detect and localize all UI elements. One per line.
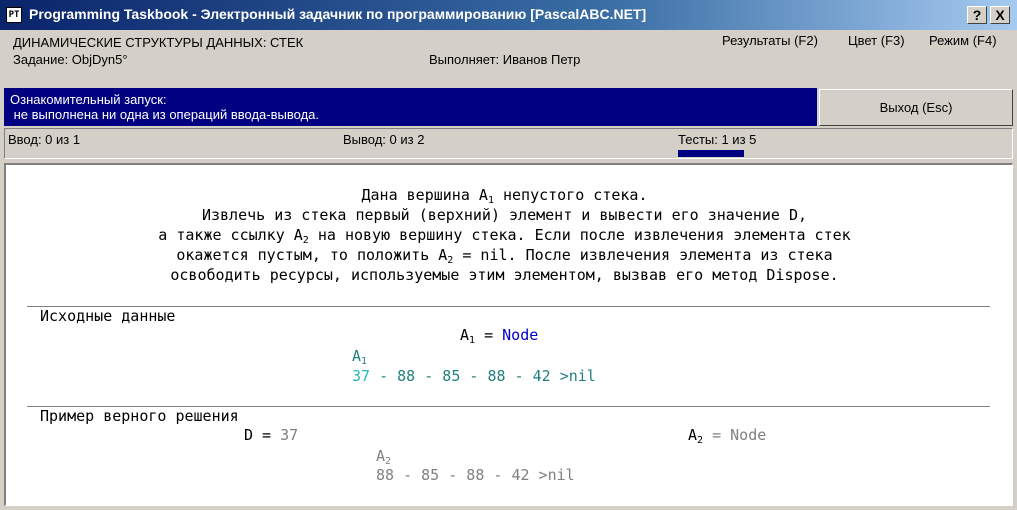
performer: Выполняет: Иванов Петр xyxy=(429,52,581,67)
example-a2-line: A2 = Node xyxy=(688,426,767,446)
exit-button[interactable]: Выход (Esc) xyxy=(819,89,1013,126)
task-text-line-5: освободить ресурсы, используемые этим эл… xyxy=(170,266,839,284)
results-menu-item[interactable]: Результаты (F2) xyxy=(722,33,818,48)
run-info-banner: Ознакомительный запуск: не выполнена ни … xyxy=(4,88,817,126)
input-a1-line: A1 = Node xyxy=(460,326,539,346)
input-stack-chain: 37 - 88 - 85 - 88 - 42 >nil xyxy=(352,367,596,385)
tests-counter: Тесты: 1 из 5 xyxy=(678,132,757,147)
status-panel xyxy=(4,128,1013,159)
task-name: Задание: ObjDyn5° xyxy=(13,52,128,67)
output-counter: Вывод: 0 из 2 xyxy=(343,132,425,147)
example-stack-chain: 88 - 85 - 88 - 42 >nil xyxy=(376,466,575,484)
banner-line-1: Ознакомительный запуск: xyxy=(10,92,167,107)
example-section-heading: Пример верного решения xyxy=(40,407,239,425)
app-icon: PT xyxy=(6,7,22,23)
input-counter: Ввод: 0 из 1 xyxy=(8,132,81,147)
tests-progress-bar xyxy=(678,150,744,157)
task-text-line-2: Извлечь из стека первый (верхний) элемен… xyxy=(201,206,808,224)
mode-menu-item[interactable]: Режим (F4) xyxy=(929,33,997,48)
color-menu-item[interactable]: Цвет (F3) xyxy=(848,33,905,48)
help-button[interactable]: ? xyxy=(967,6,987,24)
banner-line-2: не выполнена ни одна из операций ввода-в… xyxy=(10,107,319,122)
example-d-line: D = 37 xyxy=(244,426,299,444)
input-section-heading: Исходные данные xyxy=(40,307,176,325)
task-group: ДИНАМИЧЕСКИЕ СТРУКТУРЫ ДАННЫХ: СТЕК xyxy=(13,35,304,50)
window-title: Programming Taskbook - Электронный задач… xyxy=(29,6,647,22)
close-button[interactable]: X xyxy=(990,6,1010,24)
